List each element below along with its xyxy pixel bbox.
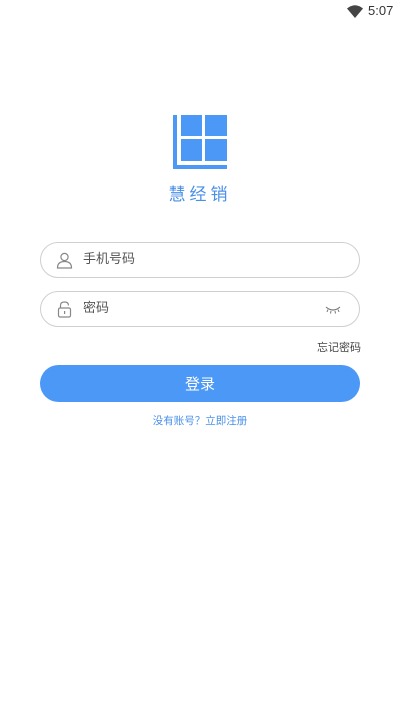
phone-field[interactable] xyxy=(40,242,360,278)
eye-closed-icon[interactable] xyxy=(325,305,341,315)
app-name: 慧经销 xyxy=(168,185,232,205)
register-link[interactable]: 没有账号？立即注册 xyxy=(0,413,400,428)
login-button[interactable]: 登录 xyxy=(40,365,360,402)
password-input[interactable] xyxy=(83,292,303,326)
user-icon xyxy=(56,252,73,269)
lock-icon xyxy=(57,301,72,318)
password-field[interactable] xyxy=(40,291,360,327)
clock: 5:07 xyxy=(368,3,394,18)
phone-input[interactable] xyxy=(83,243,303,277)
wifi-icon xyxy=(347,5,363,18)
forgot-password-link[interactable]: 忘记密码 xyxy=(317,339,361,355)
app-logo-icon xyxy=(173,115,227,169)
status-bar: 5:07 xyxy=(0,0,400,24)
